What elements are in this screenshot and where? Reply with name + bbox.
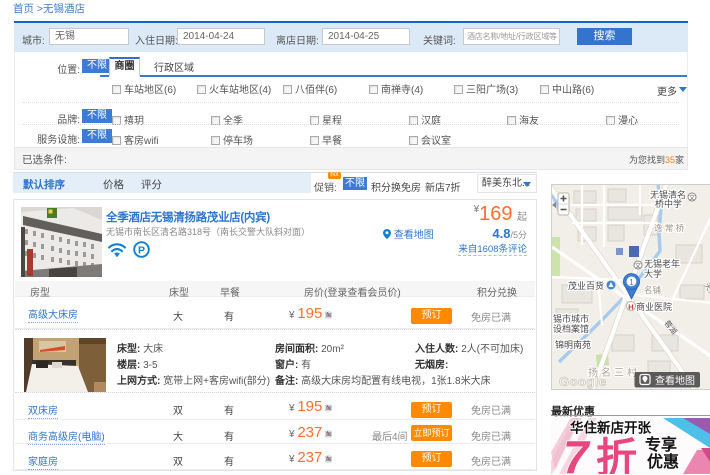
svg-text:无锡老年: 无锡老年 [644, 258, 680, 269]
svg-text:锡市城市: 锡市城市 [553, 313, 589, 324]
svg-text:H: H [628, 302, 633, 311]
svg-text:7: 7 [563, 431, 591, 474]
svg-text:文: 文 [689, 194, 695, 202]
svg-text:文: 文 [635, 262, 641, 270]
svg-text:大学: 大学 [644, 268, 662, 279]
svg-text:Google: Google [559, 374, 607, 389]
svg-text:名铺: 名铺 [644, 285, 662, 295]
svg-text:茂业百货: 茂业百货 [568, 280, 604, 291]
svg-text:查看地图: 查看地图 [655, 374, 695, 387]
svg-text:桥中学: 桥中学 [655, 198, 682, 209]
svg-text:锦明南苑: 锦明南苑 [555, 339, 591, 350]
svg-text:优惠: 优惠 [647, 452, 679, 471]
svg-text:1: 1 [629, 277, 634, 287]
svg-text:设档案馆: 设档案馆 [553, 323, 589, 334]
svg-text:折: 折 [596, 435, 637, 474]
svg-text:逸 常 桥: 逸 常 桥 [654, 223, 685, 233]
svg-text:P: P [138, 244, 145, 256]
svg-text:商业医院: 商业医院 [636, 301, 672, 312]
svg-text:专享: 专享 [645, 435, 677, 454]
